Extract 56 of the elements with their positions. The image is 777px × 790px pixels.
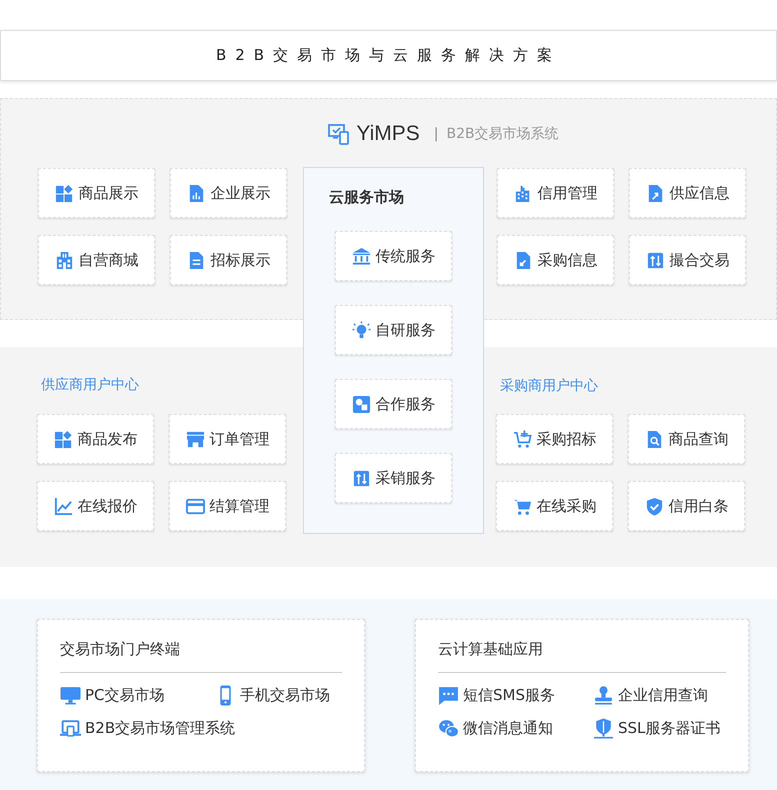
tile-label: 采销服务 [376, 468, 436, 488]
chat-icon [438, 685, 459, 706]
stamp-icon [593, 685, 614, 706]
tile-label: 在线报价 [78, 496, 138, 516]
shield-check-icon [644, 496, 664, 516]
item-label: 手机交易市场 [240, 686, 330, 705]
card-icon [186, 496, 204, 516]
card-title: 交易市场门户终端 [60, 640, 181, 659]
item-label: PC交易市场 [85, 686, 165, 705]
devices-logo-icon [328, 123, 350, 145]
shield-network-icon [593, 718, 614, 739]
swap-icon [646, 250, 664, 270]
panel-title: 云服务市场 [329, 188, 404, 207]
item-label: 微信消息通知 [463, 719, 553, 738]
item-label: SSL服务器证书 [618, 719, 720, 738]
tile-label: 商品查询 [668, 430, 728, 448]
item-label: 企业信用查询 [618, 686, 708, 705]
separator-text: | [434, 126, 438, 142]
store-icon [186, 430, 204, 448]
tile-label: 企业展示 [210, 184, 270, 202]
tile-label: 合作服务 [376, 394, 436, 414]
tile-label: 自研服务 [376, 320, 436, 340]
item-label: B2B交易市场管理系统 [85, 719, 236, 738]
page-title: B2B交易市场与云服务解决方案 [216, 46, 562, 65]
lightbulb-icon [352, 320, 370, 340]
tile-label: 商品发布 [78, 430, 138, 448]
cart-plus-icon [512, 430, 532, 448]
section-title: 采购商用户中心 [500, 377, 599, 396]
tile-label: 自营商城 [78, 250, 138, 270]
tile-label: 传统服务 [376, 246, 436, 266]
logo-text: YiMPS [356, 122, 420, 146]
card-title: 云计算基础应用 [438, 640, 544, 659]
blocks-icon [54, 184, 74, 202]
laptop-icon [60, 718, 81, 739]
blocks-icon [54, 430, 72, 448]
tile-label: 供应信息 [670, 184, 730, 202]
tile-label: 结算管理 [210, 496, 270, 516]
bank-icon [352, 246, 370, 266]
shapes-icon [352, 394, 370, 414]
tile-label: 商品展示 [78, 184, 138, 202]
monitor-icon [60, 685, 81, 706]
tile-label: 招标展示 [210, 250, 270, 270]
tile-label: 信用白条 [668, 496, 728, 516]
building-icon [54, 250, 74, 270]
tile-label: 订单管理 [210, 430, 270, 448]
item-label: 短信SMS服务 [463, 686, 555, 705]
tile-label: 采购招标 [536, 430, 596, 448]
swap-icon [352, 468, 370, 488]
line-chart-icon [54, 496, 72, 516]
section-title: 供应商用户中心 [41, 376, 140, 395]
tile-label: 信用管理 [538, 184, 598, 202]
chat-bubbles-icon [438, 718, 459, 739]
tile-label: 撮合交易 [670, 250, 730, 270]
system-subtitle: B2B交易市场系统 [446, 125, 559, 143]
tile-label: 采购信息 [538, 250, 598, 270]
tile-label: 在线采购 [536, 496, 596, 516]
